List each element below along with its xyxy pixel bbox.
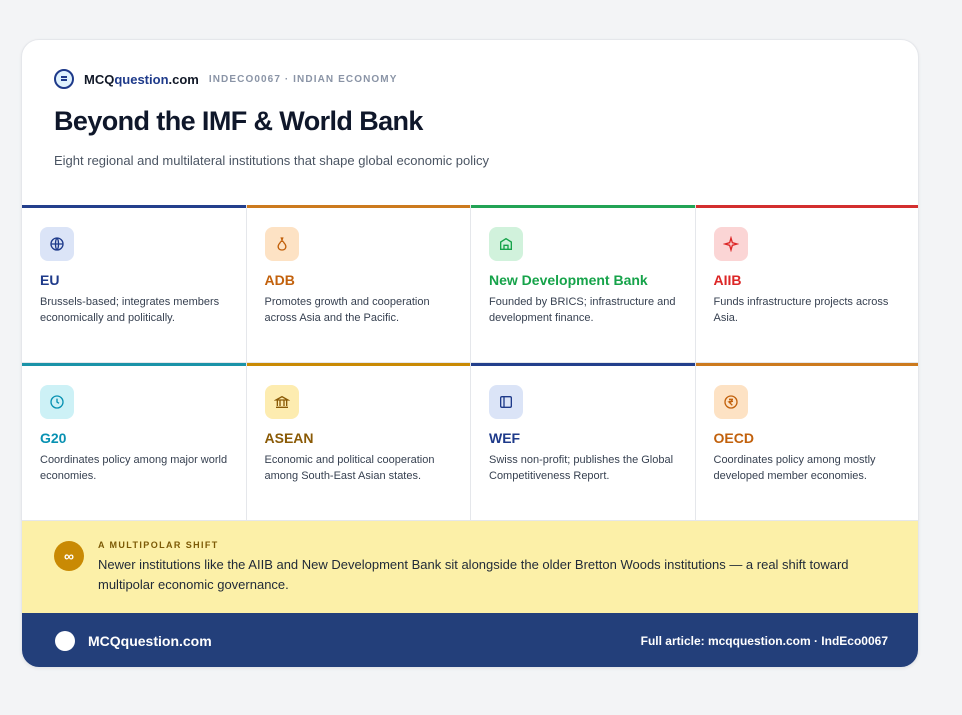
institution-name: AIIB (713, 272, 742, 288)
institutions-grid: EU Brussels-based; integrates members ec… (22, 205, 918, 521)
institution-desc: Funds infrastructure projects across Asi… (713, 296, 889, 324)
institution-card: ADB Promotes growth and cooperation acro… (246, 205, 471, 363)
institution-card: AIIB Funds infrastructure projects acros… (695, 205, 918, 363)
mcq-logo-icon (54, 69, 74, 89)
page-title: Beyond the IMF & World Bank (54, 106, 423, 136)
infographic-card: MCQquestion.com INDECO0067 · INDIAN ECON… (21, 39, 919, 668)
institution-name: ADB (264, 272, 295, 288)
institution-card: G20 Coordinates policy among major world… (22, 363, 247, 521)
institution-name: OECD (713, 430, 754, 446)
brand-prefix: MCQ (84, 71, 115, 87)
institution-card: ASEAN Economic and political cooperation… (246, 363, 471, 521)
brand-name[interactable]: MCQquestion.com (84, 72, 199, 87)
card-accent-bar (246, 205, 470, 208)
institution-name: ASEAN (264, 430, 314, 446)
page-subtitle: Eight regional and multilateral institut… (54, 153, 490, 168)
card-accent-bar (471, 363, 695, 366)
brand-suffix: .com (168, 71, 199, 87)
institution-card: WEF Swiss non-profit; publishes the Glob… (471, 363, 696, 521)
card-accent-bar (695, 205, 918, 208)
institution-card: OECD Coordinates policy among mostly dev… (695, 363, 918, 521)
rupee-coin-icon (713, 385, 748, 419)
card-accent-bar (22, 205, 246, 208)
sparkle-icon (713, 227, 748, 261)
institution-desc: Coordinates policy among major world eco… (40, 454, 228, 482)
multipolar-callout: ∞ A MULTIPOLAR SHIFT Newer institutions … (22, 521, 918, 613)
card-accent-bar (471, 205, 695, 208)
growth-icon (264, 227, 299, 261)
institution-desc: Swiss non-profit; publishes the Global C… (489, 454, 674, 482)
footer: MCQquestion.com Full article: mcqquestio… (22, 613, 918, 667)
institution-card: EU Brussels-based; integrates members ec… (22, 205, 247, 363)
article-code: INDECO0067 · INDIAN ECONOMY (208, 73, 398, 85)
infinity-icon: ∞ (54, 541, 84, 571)
footer-brand[interactable]: MCQquestion.com (88, 633, 212, 649)
footer-logo-icon (55, 631, 75, 651)
report-icon (489, 385, 523, 419)
institution-desc: Promotes growth and cooperation across A… (264, 296, 430, 324)
institution-name: WEF (489, 430, 521, 446)
callout-text: Newer institutions like the AIIB and New… (98, 557, 849, 592)
bank-building-icon (489, 227, 523, 261)
institution-card: New Development Bank Founded by BRICS; i… (471, 205, 696, 363)
institution-desc: Economic and political cooperation among… (264, 454, 435, 482)
globe-icon (40, 227, 74, 261)
callout-label: A MULTIPOLAR SHIFT (98, 540, 219, 550)
institution-desc: Founded by BRICS; infrastructure and dev… (489, 296, 676, 324)
institution-desc: Brussels-based; integrates members econo… (40, 296, 220, 324)
card-accent-bar (695, 363, 918, 366)
clock-icon (40, 385, 74, 419)
brand-accent: question (114, 71, 169, 87)
card-accent-bar (22, 363, 246, 366)
card-accent-bar (246, 363, 470, 366)
institution-desc: Coordinates policy among mostly develope… (713, 454, 876, 482)
institution-name: G20 (40, 430, 67, 446)
card-header: MCQquestion.com INDECO0067 · INDIAN ECON… (22, 40, 918, 205)
institution-name: EU (40, 272, 60, 288)
institution-name: New Development Bank (489, 272, 648, 288)
brand-row: MCQquestion.com INDECO0067 · INDIAN ECON… (54, 69, 397, 89)
institution-icon (264, 385, 299, 419)
full-article-link[interactable]: Full article: mcqquestion.com · IndEco00… (641, 634, 888, 648)
